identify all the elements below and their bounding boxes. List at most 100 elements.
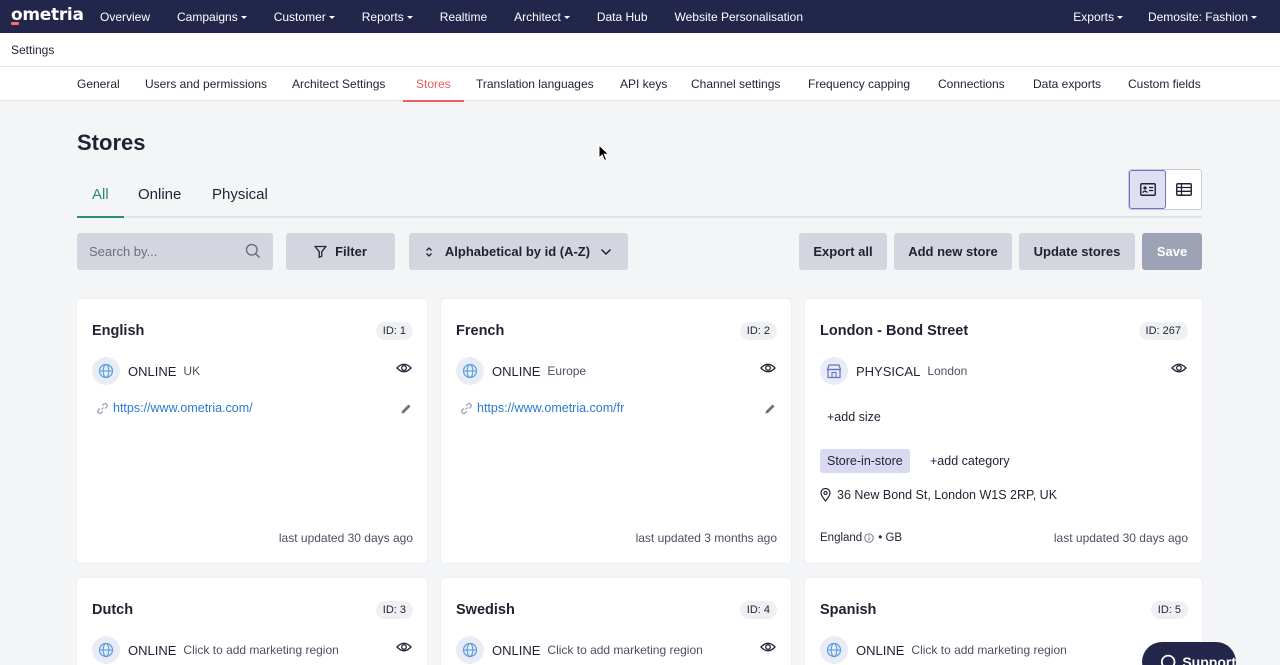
eye-icon[interactable] [396, 641, 412, 653]
storefront-icon [820, 357, 848, 385]
nav-data-hub[interactable]: Data Hub [597, 10, 648, 24]
store-card-spanish[interactable]: Spanish ID: 5 ONLINE Click to add market… [805, 578, 1202, 665]
nav-customer[interactable]: Customer [274, 10, 335, 24]
store-type-row: PHYSICAL London [820, 357, 967, 385]
tab-all[interactable]: All [92, 186, 109, 203]
store-card-english[interactable]: English ID: 1 ONLINE UK https://www.omet… [77, 299, 427, 563]
globe-icon [456, 357, 484, 385]
nav-architect[interactable]: Architect [514, 10, 570, 24]
store-card-london-bond-street[interactable]: London - Bond Street ID: 267 PHYSICAL Lo… [805, 299, 1202, 563]
store-url-row: https://www.ometria.com/fr [460, 401, 624, 415]
store-card-swedish[interactable]: Swedish ID: 4 ONLINE Click to add market… [441, 578, 791, 665]
export-all-button[interactable]: Export all [799, 233, 887, 270]
store-url-link[interactable]: https://www.ometria.com/ [113, 401, 253, 415]
add-size-link[interactable]: +add size [827, 410, 881, 424]
subtab-users-permissions[interactable]: Users and permissions [145, 67, 267, 101]
store-id-badge: ID: 4 [739, 601, 777, 619]
ometria-logo[interactable]: ometria [11, 5, 84, 25]
caret-down-icon [406, 15, 413, 19]
nav-realtime[interactable]: Realtime [440, 10, 487, 24]
caret-down-icon [328, 15, 335, 19]
caret-down-icon [563, 15, 570, 19]
store-type-row: ONLINE Click to add marketing region [92, 636, 339, 664]
subtab-custom-fields[interactable]: Custom fields [1128, 67, 1201, 101]
pencil-icon[interactable] [764, 403, 776, 415]
store-region-info: England • GB [820, 532, 902, 544]
support-button[interactable]: Support [1142, 642, 1236, 665]
sort-dropdown[interactable]: Alphabetical by id (A-Z) [409, 233, 628, 270]
store-name: London - Bond Street [820, 323, 969, 339]
subtab-connections[interactable]: Connections [938, 67, 1005, 101]
subtab-translation-languages[interactable]: Translation languages [476, 67, 594, 101]
store-region[interactable]: Europe [547, 364, 586, 378]
eye-icon[interactable] [1171, 362, 1187, 374]
tab-online[interactable]: Online [138, 186, 181, 203]
filter-label: Filter [335, 244, 367, 259]
subtab-channel-settings[interactable]: Channel settings [691, 67, 780, 101]
store-id-badge: ID: 2 [739, 322, 777, 340]
store-name: Spanish [820, 602, 877, 618]
store-card-dutch[interactable]: Dutch ID: 3 ONLINE Click to add marketin… [77, 578, 427, 665]
nav-reports[interactable]: Reports [362, 10, 413, 24]
update-stores-button[interactable]: Update stores [1019, 233, 1135, 270]
store-name: Swedish [456, 602, 515, 618]
category-tag[interactable]: Store-in-store [820, 449, 910, 473]
tab-physical[interactable]: Physical [212, 186, 268, 203]
search-input[interactable] [89, 244, 239, 259]
account-switcher[interactable]: Demosite: Fashion [1148, 10, 1257, 24]
add-category-link[interactable]: +add category [930, 454, 1010, 468]
filter-button[interactable]: Filter [286, 233, 395, 270]
store-region[interactable]: UK [183, 364, 200, 378]
store-name: French [456, 323, 505, 339]
add-marketing-region[interactable]: Click to add marketing region [547, 643, 702, 657]
country-code: • GB [878, 532, 903, 544]
search-box [77, 233, 273, 270]
breadcrumb-settings[interactable]: Settings [11, 43, 54, 57]
pencil-icon[interactable] [400, 403, 412, 415]
table-view-button[interactable] [1166, 170, 1201, 209]
store-url-link[interactable]: https://www.ometria.com/fr [477, 401, 624, 415]
address-text: 36 New Bond St, London W1S 2RP, UK [837, 488, 1058, 502]
support-label: Support [1182, 654, 1236, 665]
search-icon[interactable] [245, 243, 261, 259]
settings-tabs: General Users and permissions Architect … [0, 67, 1280, 102]
eye-icon[interactable] [760, 362, 776, 374]
subtab-frequency-capping[interactable]: Frequency capping [808, 67, 910, 101]
filter-icon [314, 245, 327, 258]
eye-icon[interactable] [396, 362, 412, 374]
nav-campaigns[interactable]: Campaigns [177, 10, 247, 24]
store-region[interactable]: London [927, 364, 967, 378]
sort-label: Alphabetical by id (A-Z) [444, 244, 591, 259]
store-type-row: ONLINE UK [92, 357, 200, 385]
nav-overview[interactable]: Overview [100, 10, 150, 24]
card-view-button[interactable] [1129, 170, 1166, 209]
add-marketing-region[interactable]: Click to add marketing region [911, 643, 1066, 657]
nav-website-personalisation[interactable]: Website Personalisation [675, 10, 804, 24]
caret-down-icon [1251, 15, 1257, 19]
store-id-badge: ID: 5 [1150, 601, 1188, 619]
mouse-cursor-icon [598, 144, 610, 162]
add-new-store-button[interactable]: Add new store [894, 233, 1012, 270]
store-card-french[interactable]: French ID: 2 ONLINE Europe https://www.o… [441, 299, 791, 563]
add-marketing-region[interactable]: Click to add marketing region [183, 643, 338, 657]
globe-icon [92, 636, 120, 664]
page-title: Stores [77, 130, 146, 155]
nav-exports[interactable]: Exports [1073, 10, 1123, 24]
last-updated: last updated 30 days ago [1053, 531, 1188, 545]
caret-down-icon [1116, 15, 1123, 19]
subtab-api-keys[interactable]: API keys [620, 67, 667, 101]
eye-icon[interactable] [760, 641, 776, 653]
save-button[interactable]: Save [1142, 233, 1202, 270]
chevron-down-icon [601, 248, 612, 255]
store-type-row: ONLINE Click to add marketing region [820, 636, 1067, 664]
active-tab-indicator [77, 216, 124, 218]
subtab-data-exports[interactable]: Data exports [1033, 67, 1101, 101]
store-type: PHYSICAL [856, 363, 921, 379]
subtab-stores[interactable]: Stores [403, 67, 464, 102]
store-type: ONLINE [856, 642, 905, 658]
subtab-architect-settings[interactable]: Architect Settings [292, 67, 385, 101]
view-toggle [1128, 169, 1202, 210]
globe-icon [456, 636, 484, 664]
subtab-general[interactable]: General [77, 67, 120, 101]
info-icon[interactable] [864, 533, 874, 543]
